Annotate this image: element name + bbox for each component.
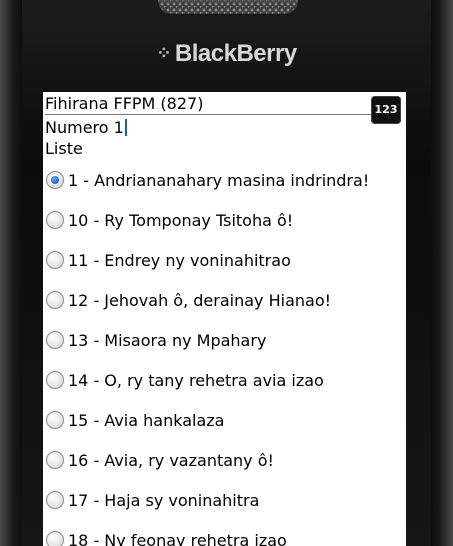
radio-button[interactable] (46, 531, 64, 546)
list-item-label: 12 - Jehovah ô, derainay Hianao! (68, 290, 332, 310)
input-mode-indicator: 123 (371, 96, 401, 124)
list-item[interactable]: 14 - O, ry tany rehetra avia izao (43, 360, 406, 400)
number-input[interactable]: 1 (114, 118, 124, 137)
list-item-label: 13 - Misaora ny Mpahary (68, 330, 267, 350)
app-screen: Fihirana FFPM (827) 123 Numero 1 Liste 1… (43, 92, 406, 546)
blackberry-logo-icon: ⁘ (156, 43, 171, 63)
list-item[interactable]: 17 - Haja sy voninahitra (43, 480, 406, 520)
list-item-label: 11 - Endrey ny voninahitrao (68, 250, 291, 270)
list-item[interactable]: 1 - Andriananahary masina indrindra! (43, 160, 406, 200)
list-item[interactable]: 15 - Avia hankalaza (43, 400, 406, 440)
radio-button[interactable] (46, 331, 64, 349)
radio-button[interactable] (46, 251, 64, 269)
radio-button[interactable] (46, 451, 64, 469)
radio-button[interactable] (46, 211, 64, 229)
list-item-label: 14 - O, ry tany rehetra avia izao (68, 370, 324, 390)
list-item-label: 17 - Haja sy voninahitra (68, 490, 260, 510)
list-item[interactable]: 18 - Ny feonay rehetra izao (43, 520, 406, 546)
radio-button[interactable] (46, 491, 64, 509)
list-item-label: 10 - Ry Tomponay Tsitoha ô! (68, 210, 294, 230)
radio-button[interactable] (46, 171, 64, 189)
list-item-label: 15 - Avia hankalaza (68, 410, 225, 430)
radio-button[interactable] (46, 291, 64, 309)
radio-button[interactable] (46, 411, 64, 429)
hymn-list: 1 - Andriananahary masina indrindra! 10 -… (43, 160, 406, 546)
list-item[interactable]: 10 - Ry Tomponay Tsitoha ô! (43, 200, 406, 240)
list-item[interactable]: 11 - Endrey ny voninahitrao (43, 240, 406, 280)
list-item-label: 18 - Ny feonay rehetra izao (68, 530, 287, 546)
text-cursor (124, 119, 127, 136)
list-item[interactable]: 12 - Jehovah ô, derainay Hianao! (43, 280, 406, 320)
number-label: Numero (45, 118, 114, 137)
app-title: Fihirana FFPM (827) (45, 94, 375, 115)
list-item[interactable]: 16 - Avia, ry vazantany ô! (43, 440, 406, 480)
brand-text: BlackBerry (174, 40, 297, 67)
speaker-grille (158, 0, 298, 14)
brand-logo: ⁘ BlackBerry (0, 40, 453, 68)
number-field[interactable]: Numero 1 (45, 118, 127, 138)
radio-button[interactable] (46, 371, 64, 389)
list-item[interactable]: 13 - Misaora ny Mpahary (43, 320, 406, 360)
list-item-label: 1 - Andriananahary masina indrindra! (68, 170, 370, 190)
list-item-label: 16 - Avia, ry vazantany ô! (68, 450, 274, 470)
list-heading: Liste (45, 139, 83, 158)
